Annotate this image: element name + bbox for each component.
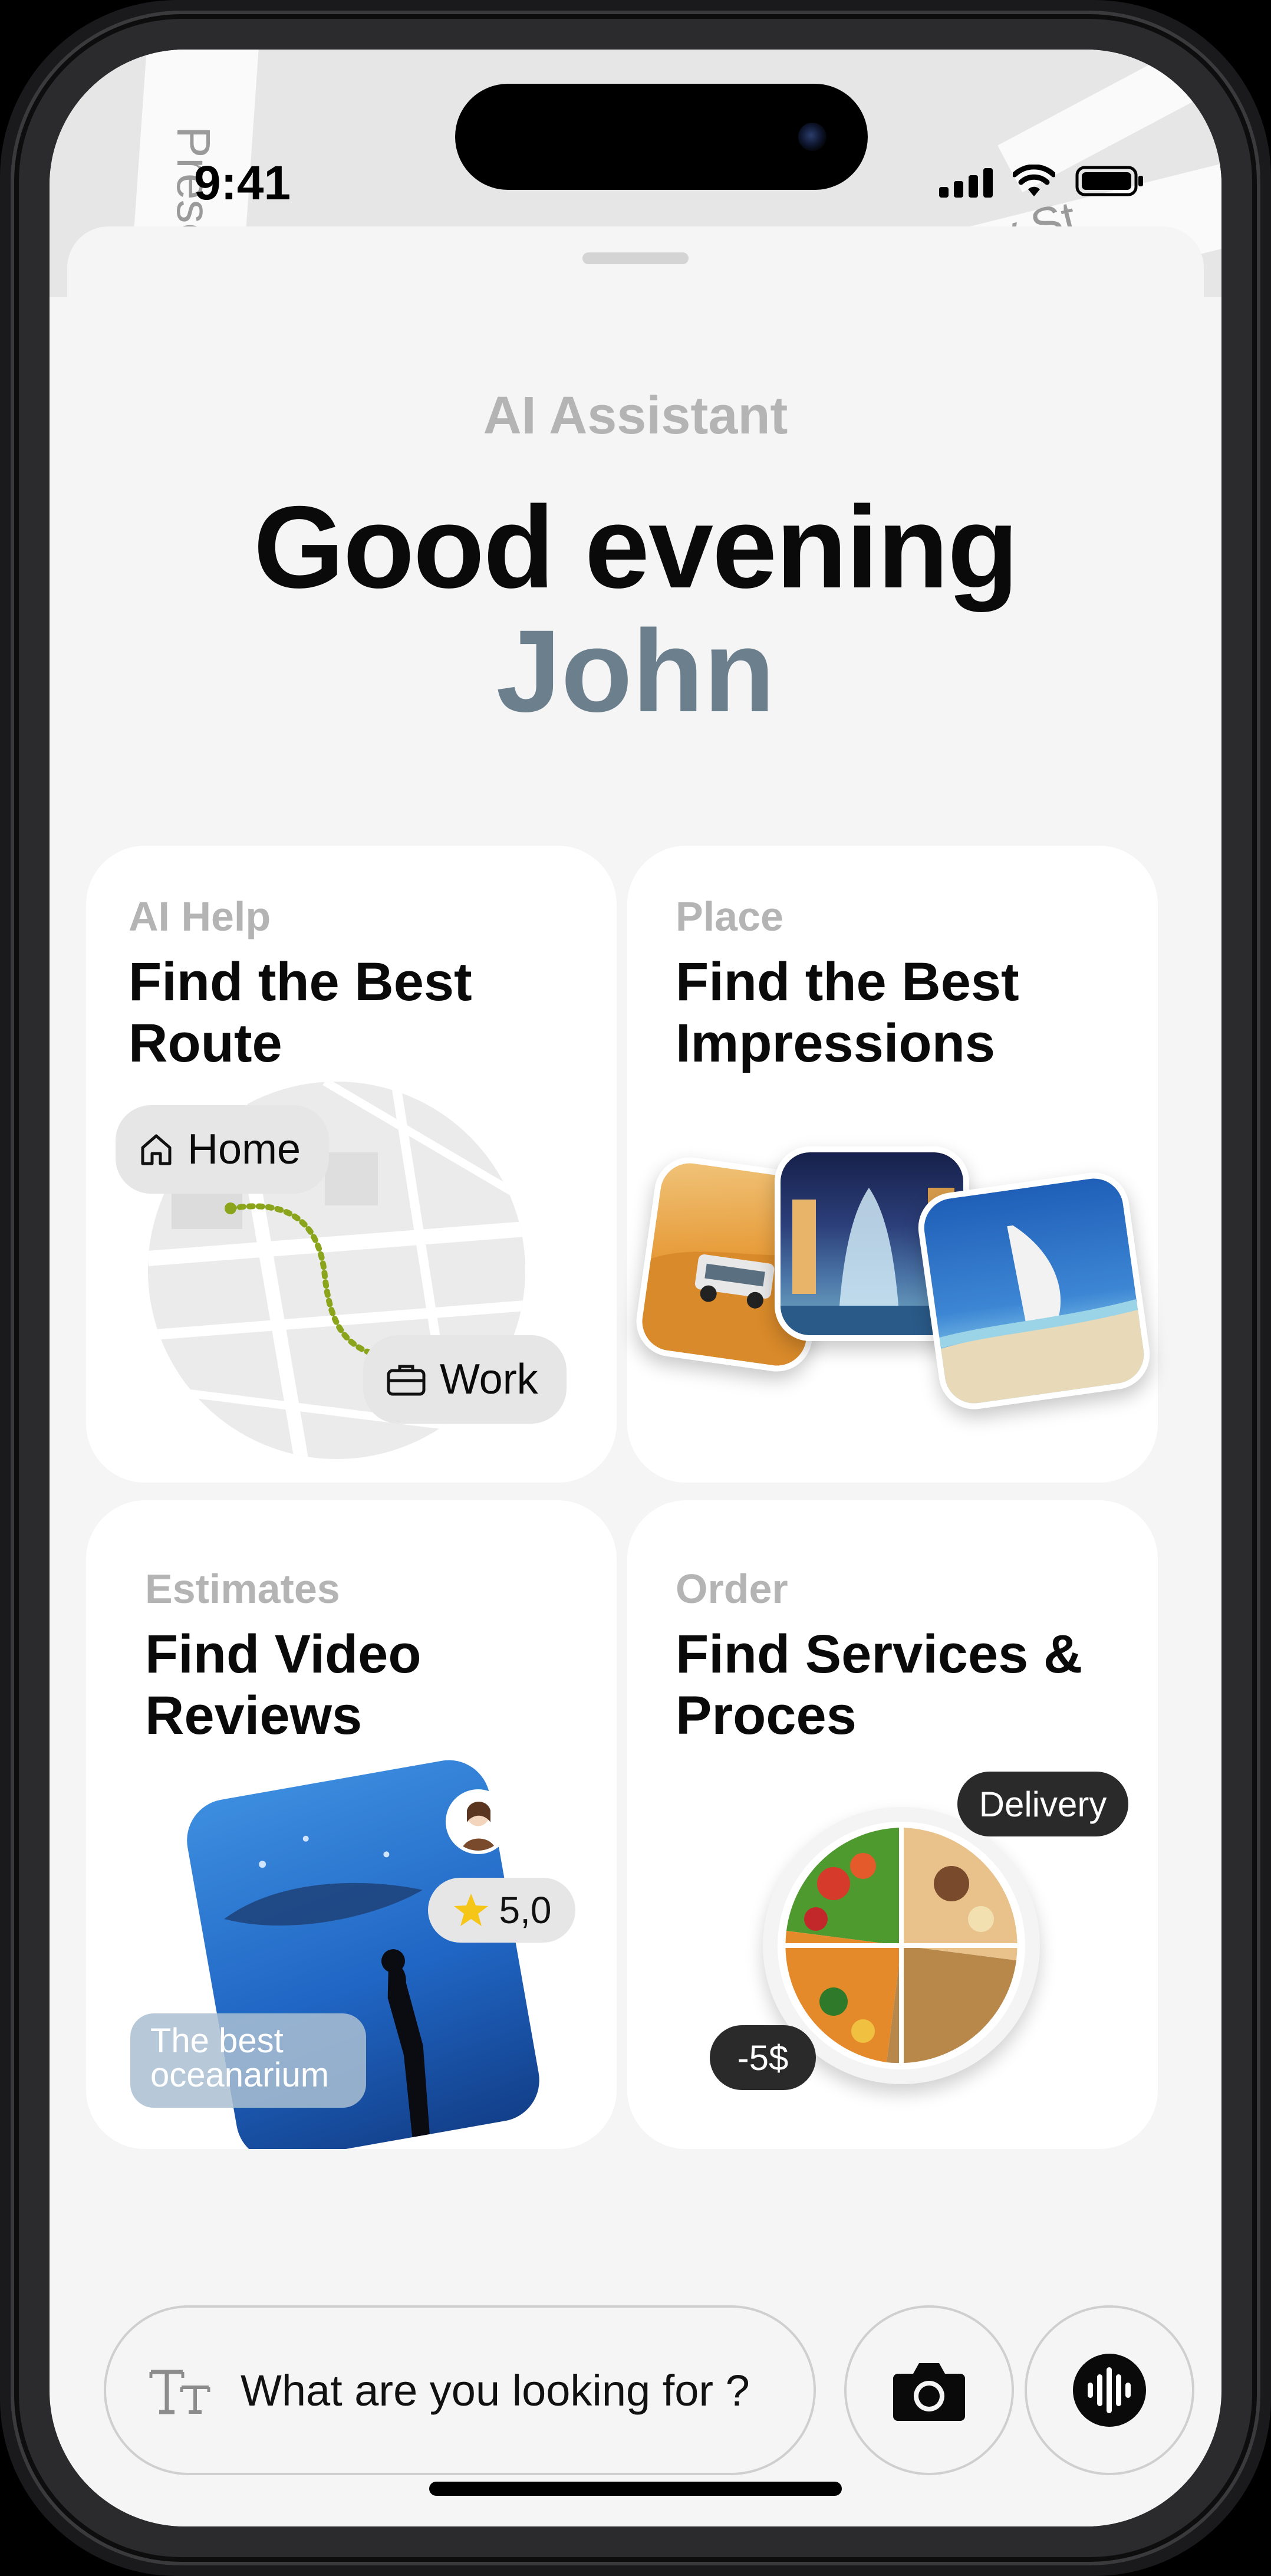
card-tag: Order <box>676 1566 788 1612</box>
text-format-icon <box>149 2370 210 2414</box>
delivery-badge-label: Delivery <box>979 1784 1107 1824</box>
chip-home[interactable]: Home <box>116 1105 330 1194</box>
caption-badge: The best oceanarium <box>130 2013 366 2108</box>
card-tag: Estimates <box>145 1566 340 1612</box>
reviewer-avatar <box>446 1789 511 1854</box>
caption-text: The best oceanarium <box>150 2022 330 2094</box>
card-title: Find the Best Impressions <box>676 952 1019 1073</box>
chip-home-label: Home <box>187 1126 301 1173</box>
voice-button[interactable] <box>1025 2305 1194 2475</box>
camera-button[interactable] <box>844 2305 1014 2475</box>
greeting-title: Good evening <box>253 482 1019 612</box>
search-input[interactable]: What are you looking for ? <box>241 2365 750 2416</box>
front-camera <box>798 123 827 151</box>
rating-value: 5,0 <box>499 1889 552 1931</box>
card-title: Find Services & Proces <box>676 1624 1083 1746</box>
card-title: Find Video Reviews <box>145 1624 422 1746</box>
phone-frame: Presc ay St 9:41 AI As <box>0 0 1271 2576</box>
card-tag: AI Help <box>129 893 271 939</box>
assistant-sheet: AI Assistant Good evening John AI Help F… <box>67 226 1204 2526</box>
discount-badge-label: -5$ <box>737 2038 789 2078</box>
user-name: John <box>496 606 775 736</box>
cellular-signal-icon <box>939 168 993 198</box>
photo-burj-al-arab <box>914 1168 1154 1414</box>
card-route[interactable]: AI Help Find the Best Route Home Work <box>86 846 617 1483</box>
sheet-grabber[interactable] <box>582 252 689 264</box>
briefcase-icon <box>387 1365 426 1396</box>
dynamic-island <box>455 84 868 190</box>
status-icons <box>939 165 1145 198</box>
card-impressions[interactable]: Place Find the Best Impressions <box>627 846 1158 1483</box>
card-video-reviews[interactable]: Estimates Find Video Reviews 5,0 The bes… <box>86 1500 617 2149</box>
wifi-icon <box>1013 165 1055 196</box>
star-icon <box>453 1894 488 1926</box>
home-indicator[interactable] <box>429 2482 842 2496</box>
delivery-badge: Delivery <box>957 1772 1128 1836</box>
rating-badge: 5,0 <box>428 1878 575 1943</box>
voice-waveform-icon <box>1073 2354 1146 2427</box>
battery-icon <box>1075 166 1143 196</box>
discount-badge: -5$ <box>710 2025 816 2090</box>
eyebrow-title: AI Assistant <box>483 386 788 445</box>
home-icon <box>141 1134 172 1165</box>
chip-work-label: Work <box>440 1356 538 1403</box>
search-bar[interactable]: What are you looking for ? <box>104 2305 816 2475</box>
card-tag: Place <box>676 893 783 939</box>
camera-icon <box>893 2363 965 2421</box>
card-title: Find the Best Route <box>129 952 472 1073</box>
chip-work[interactable]: Work <box>363 1335 567 1424</box>
card-services[interactable]: Order Find Services & Proces Delivery -5… <box>627 1500 1158 2149</box>
status-time: 9:41 <box>194 156 291 210</box>
screen: Presc ay St 9:41 AI As <box>50 50 1221 2526</box>
